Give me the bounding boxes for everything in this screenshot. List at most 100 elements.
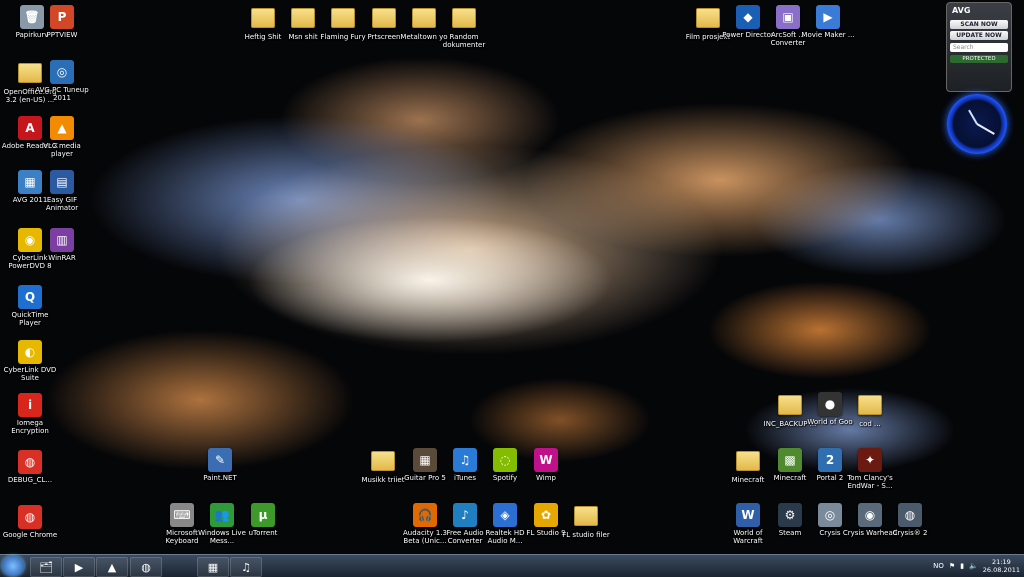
- app-icon: ◍: [898, 503, 922, 527]
- protection-status: PROTECTED: [950, 55, 1008, 63]
- desktop-icon[interactable]: i Iomega Encryption: [0, 393, 60, 435]
- language-indicator[interactable]: NO: [933, 562, 944, 570]
- folder-icon: [291, 8, 315, 28]
- app-icon: ◎: [50, 60, 74, 84]
- desktop-icon-label: QuickTime Player: [11, 311, 49, 327]
- avg-gadget: AVG SCAN NOW UPDATE NOW Search PROTECTED: [946, 2, 1012, 92]
- app-icon: ◐: [18, 340, 42, 364]
- desktop-icon-label: AVG PC Tuneup 2011: [35, 86, 89, 102]
- clock-hour-hand: [968, 109, 978, 125]
- desktop-icon[interactable]: ▤ Easy GIF Animator: [32, 170, 92, 212]
- desktop-icon[interactable]: ▶ Movie Maker ...: [798, 5, 858, 39]
- taskbar-vlc-icon[interactable]: ▲: [96, 557, 128, 577]
- taskbar-clock[interactable]: 21:19 26.08.2011: [983, 558, 1020, 574]
- desktop-icon[interactable]: µ uTorrent: [233, 503, 293, 537]
- clock-gadget: [947, 94, 1007, 154]
- folder-icon: [574, 506, 598, 526]
- desktop-icon[interactable]: P PPTVIEW: [32, 5, 92, 39]
- desktop-icon-label: DEBUG_CL...: [7, 476, 53, 484]
- app-icon: ✦: [858, 448, 882, 472]
- folder-icon: [331, 8, 355, 28]
- app-icon: ◈: [493, 503, 517, 527]
- folder-icon: [858, 395, 882, 415]
- desktop-icon[interactable]: ▲ VLC media player: [32, 116, 92, 158]
- app-icon: ♪: [453, 503, 477, 527]
- desktop-icon[interactable]: ◎ AVG PC Tuneup 2011: [32, 60, 92, 102]
- desktop-icon[interactable]: FL studio filer: [556, 503, 616, 539]
- app-icon: 👥: [210, 503, 234, 527]
- app-icon: ●: [818, 392, 842, 416]
- app-icon: ⌨: [170, 503, 194, 527]
- desktop-icon[interactable]: Random dokumenter: [434, 5, 494, 49]
- desktop-icon-label: Crysis® 2: [892, 529, 928, 537]
- desktop-icon-label: Wimp: [536, 474, 556, 482]
- clock-minute-hand: [976, 123, 995, 135]
- folder-icon: [412, 8, 436, 28]
- taskbar-date: 26.08.2011: [982, 566, 1020, 574]
- flag-icon[interactable]: ⚑: [949, 562, 955, 570]
- app-icon: ◆: [736, 5, 760, 29]
- desktop-icon-label: Google Chrome: [2, 531, 58, 539]
- desktop-icon[interactable]: ✦ Tom Clancy's EndWar - S...: [840, 448, 900, 490]
- folder-icon: [736, 451, 760, 471]
- start-button[interactable]: [2, 556, 24, 576]
- network-icon[interactable]: ▮: [960, 562, 964, 570]
- app-icon: ▩: [778, 448, 802, 472]
- app-icon: ▤: [50, 170, 74, 194]
- app-icon: Q: [18, 285, 42, 309]
- app-icon: ◉: [858, 503, 882, 527]
- folder-icon: [371, 451, 395, 471]
- app-icon: ▶: [816, 5, 840, 29]
- desktop-icon-label: PPTVIEW: [46, 31, 78, 39]
- desktop-icon-label: Crysis: [819, 529, 841, 537]
- app-icon: ▲: [50, 116, 74, 140]
- app-icon: ▣: [776, 5, 800, 29]
- taskbar-explorer-icon[interactable]: 🗂: [30, 557, 62, 577]
- app-icon: ◌: [493, 448, 517, 472]
- desktop-icon-label: Spotify: [492, 474, 518, 482]
- desktop-icon[interactable]: ◍ Google Chrome: [0, 505, 60, 539]
- taskbar: 🗂 ▶ ▲ ◍ ▦ ♫ NO ⚑ ▮ 🔈 21:19 26.08.2011: [0, 554, 1024, 577]
- taskbar-itunes-icon[interactable]: ♫: [230, 557, 262, 577]
- app-icon: ▦: [413, 448, 437, 472]
- desktop-icon-label: FL studio filer: [562, 531, 610, 539]
- app-icon: ▥: [50, 228, 74, 252]
- desktop-icon-label: VLC media player: [43, 142, 81, 158]
- desktop-icon-label: Random dokumenter: [442, 33, 486, 49]
- folder-icon: [452, 8, 476, 28]
- app-icon: ◎: [818, 503, 842, 527]
- desktop-icon[interactable]: ◐ CyberLink DVD Suite: [0, 340, 60, 382]
- app-icon: ◍: [18, 450, 42, 474]
- desktop-icon[interactable]: ✎ Paint.NET: [190, 448, 250, 482]
- desktop-icon[interactable]: Q QuickTime Player: [0, 285, 60, 327]
- taskbar-chrome-icon[interactable]: ◍: [130, 557, 162, 577]
- desktop-icon-label: iTunes: [454, 474, 476, 482]
- desktop-icon-label: Movie Maker ...: [801, 31, 855, 39]
- scan-now-button[interactable]: SCAN NOW: [950, 20, 1008, 29]
- app-icon: P: [50, 5, 74, 29]
- desktop-icon-label: Easy GIF Animator: [45, 196, 79, 212]
- desktop-icon[interactable]: cod ...: [840, 392, 900, 428]
- app-icon: 🎧: [413, 503, 437, 527]
- taskbar-media-player-icon[interactable]: ▶: [63, 557, 95, 577]
- desktop-icon[interactable]: ◍ DEBUG_CL...: [0, 450, 60, 484]
- app-icon: µ: [251, 503, 275, 527]
- update-now-button[interactable]: UPDATE NOW: [950, 31, 1008, 40]
- desktop-icon-label: Steam: [778, 529, 802, 537]
- system-tray: NO ⚑ ▮ 🔈 21:19 26.08.2011: [933, 555, 1020, 577]
- search-input[interactable]: Search: [950, 43, 1008, 52]
- desktop-icon-label: Tom Clancy's EndWar - S...: [847, 474, 893, 490]
- app-icon: ⚙: [778, 503, 802, 527]
- avg-title: AVG: [952, 6, 971, 15]
- desktop-icon-label: Iomega Encryption: [11, 419, 49, 435]
- app-icon: W: [736, 503, 760, 527]
- taskbar-window-manager-icon[interactable]: ▦: [197, 557, 229, 577]
- app-icon: i: [18, 393, 42, 417]
- desktop-icon[interactable]: ◍ Crysis® 2: [880, 503, 940, 537]
- volume-icon[interactable]: 🔈: [969, 562, 978, 570]
- folder-icon: [778, 395, 802, 415]
- desktop-icon[interactable]: ▥ WinRAR: [32, 228, 92, 262]
- folder-icon: [251, 8, 275, 28]
- app-icon: ◍: [18, 505, 42, 529]
- desktop-icon[interactable]: W Wimp: [516, 448, 576, 482]
